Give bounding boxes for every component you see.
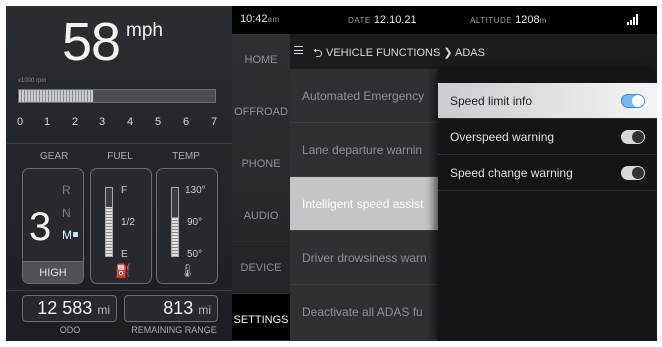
odo-unit: mi <box>97 303 110 317</box>
gear-option-selected: M <box>62 228 72 242</box>
nav-item-offroad[interactable]: OFFROAD <box>232 86 290 138</box>
instrument-cluster: 58 mph x1000 rpm 0 1 2 3 4 5 6 7 GEAR FU… <box>6 6 232 341</box>
list-item[interactable]: Driver drowsiness warn <box>290 231 442 285</box>
date-label: DATE <box>348 16 371 25</box>
rpm-tick: 4 <box>126 116 134 128</box>
odometer: 12 583 mi <box>22 295 117 322</box>
gear-option: R <box>62 183 71 197</box>
altitude-value: 1208 <box>515 14 540 26</box>
temp-gauge <box>171 187 179 257</box>
temp-scale-mid: 90° <box>187 217 203 228</box>
altitude: ALTITUDE 1208m <box>470 14 547 26</box>
list-item[interactable]: Deactivate all ADAS fu <box>290 285 442 339</box>
rpm-scale-label: x1000 rpm <box>18 78 47 84</box>
menu-icon[interactable] <box>294 46 303 54</box>
option-speed-limit-info[interactable]: Speed limit info <box>438 83 657 119</box>
breadcrumb[interactable]: VEHICLE FUNCTIONS ❯ ADAS <box>326 46 485 59</box>
rpm-fill <box>19 90 94 102</box>
nav-item-device[interactable]: DEVICE <box>232 242 290 294</box>
rpm-tick: 3 <box>98 116 106 128</box>
remaining-range: 813 mi <box>124 295 218 322</box>
odo-label: ODO <box>59 325 81 335</box>
nav-item-audio[interactable]: AUDIO <box>232 190 290 242</box>
range-value: 813 <box>163 298 194 318</box>
rpm-tick: 5 <box>154 116 162 128</box>
rpm-ticks: 0 1 2 3 4 5 6 7 <box>16 116 218 130</box>
list-item-selected[interactable]: Intelligent speed assist <box>290 177 442 231</box>
speed-limit-info-toggle[interactable] <box>621 94 645 108</box>
speed-assist-options-panel: Speed limit info Overspeed warning Speed… <box>438 69 657 341</box>
temp-scale-low: 50° <box>187 249 203 260</box>
gear-label: GEAR <box>40 151 69 162</box>
temp-label: TEMP <box>172 151 200 162</box>
gear-panel: 3 R N M HIGH <box>22 168 84 284</box>
adas-list: Automated Emergency Lane departure warni… <box>290 69 442 341</box>
breadcrumb-bar: ⮌ VEHICLE FUNCTIONS ❯ ADAS <box>290 34 657 69</box>
fuel-scale-empty: E <box>121 249 128 260</box>
rpm-tick: 0 <box>16 116 24 128</box>
time-suffix: am <box>267 15 280 24</box>
temp-panel: 130° 90° 50° 🌡 <box>156 168 218 284</box>
fuel-fill <box>106 207 112 256</box>
status-bar: 10:42am DATE 12.10.21 ALTITUDE 1208m <box>232 6 657 34</box>
current-gear: 3 <box>29 205 52 249</box>
fuel-panel: F 1/2 E ⛽ <box>90 168 152 284</box>
speed-change-warning-toggle[interactable] <box>621 166 645 180</box>
date: DATE 12.10.21 <box>348 14 417 26</box>
fuel-pump-icon: ⛽ <box>115 263 132 278</box>
option-overspeed-warning[interactable]: Overspeed warning <box>438 119 657 155</box>
date-value: 12.10.21 <box>373 14 417 26</box>
odo-value: 12 583 <box>37 298 93 318</box>
rpm-tick: 1 <box>43 116 51 128</box>
nav-item-home[interactable]: HOME <box>232 34 290 86</box>
nav-item-settings[interactable]: SETTINGS <box>232 294 290 341</box>
overspeed-warning-toggle[interactable] <box>621 130 645 144</box>
option-label: Speed limit info <box>450 94 533 108</box>
option-speed-change-warning[interactable]: Speed change warning <box>438 155 657 191</box>
gear-option: N <box>62 206 71 220</box>
altitude-unit: m <box>539 16 547 25</box>
altitude-label: ALTITUDE <box>470 16 513 25</box>
divider <box>6 290 232 291</box>
time-value: 10:42 <box>240 13 268 25</box>
fuel-gauge <box>105 187 113 257</box>
screen: 58 mph x1000 rpm 0 1 2 3 4 5 6 7 GEAR FU… <box>6 6 657 341</box>
signal-strength-icon <box>627 14 641 25</box>
speed-value: 58 <box>62 12 121 72</box>
list-item[interactable]: Automated Emergency <box>290 69 442 123</box>
option-label: Overspeed warning <box>450 130 555 144</box>
fuel-scale-full: F <box>121 185 128 196</box>
rpm-tick: 6 <box>182 116 190 128</box>
gear-mode: HIGH <box>23 261 83 283</box>
coolant-temperature-icon: 🌡 <box>179 263 196 278</box>
gear-indicator <box>73 232 78 237</box>
rpm-bar <box>18 89 216 103</box>
fuel-label: FUEL <box>107 151 133 162</box>
option-label: Speed change warning <box>450 166 573 180</box>
fuel-scale-half: 1/2 <box>121 217 135 228</box>
divider <box>6 143 232 144</box>
temp-fill <box>172 216 178 256</box>
list-item[interactable]: Lane departure warnin <box>290 123 442 177</box>
rpm-tick: 2 <box>71 116 79 128</box>
temp-scale-high: 130° <box>185 185 206 196</box>
nav-item-phone[interactable]: PHONE <box>232 138 290 190</box>
side-nav: HOME OFFROAD PHONE AUDIO DEVICE SETTINGS <box>232 34 290 341</box>
range-label: REMAINING RANGE <box>131 325 217 335</box>
clock: 10:42am <box>240 13 280 25</box>
rpm-tick: 7 <box>210 116 218 128</box>
back-icon[interactable]: ⮌ <box>313 44 323 65</box>
range-unit: mi <box>198 303 211 317</box>
speed-unit: mph <box>126 20 163 41</box>
